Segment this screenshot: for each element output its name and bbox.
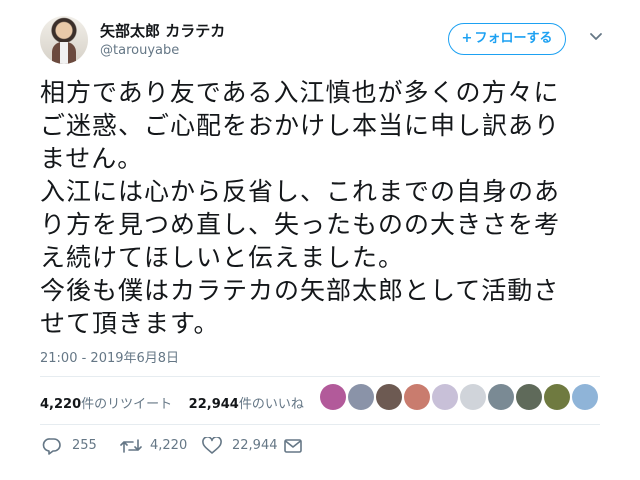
tweet-line: 相方であり友である入江慎也が多くの方々に (40, 78, 560, 107)
tweet-timestamp[interactable]: 21:00 - 2019年6月8日 (40, 347, 179, 366)
liker-avatar[interactable] (544, 384, 570, 410)
liker-avatar[interactable] (460, 384, 486, 410)
likes-stat[interactable]: 22,944件のいいね (189, 397, 304, 412)
reply-count: 255 (72, 438, 97, 453)
avatar[interactable] (40, 16, 88, 64)
liker-avatars (320, 384, 600, 416)
chevron-down-icon[interactable] (586, 26, 606, 46)
liker-avatar[interactable] (404, 384, 430, 410)
retweets-label: 件のリツイート (81, 397, 173, 412)
likes-count: 22,944 (188, 397, 239, 412)
tweet-line: 入江には心から反省し、これまでの自身のあ (40, 177, 561, 206)
retweets-stat[interactable]: 4,220件のリツイート (40, 397, 172, 412)
liker-avatar[interactable] (376, 384, 402, 410)
tweet-line: 今後も僕はカラテカの矢部太郎として活動さ (40, 276, 560, 305)
follow-plus-icon: + (461, 31, 473, 46)
tweet-line: え続けてほしいと伝えました。 (40, 243, 405, 272)
tweet-header: 矢部太郎 カラテカ @tarouyabe + フォローする (40, 16, 612, 66)
reply-icon (42, 438, 61, 455)
display-name[interactable]: 矢部太郎 カラテカ (100, 20, 225, 41)
tweet-line: ご迷惑、ご心配をおかけし本当に申し訳あり (40, 111, 561, 140)
user-handle[interactable]: @tarouyabe (100, 43, 179, 58)
follow-button[interactable]: + フォローする (448, 23, 566, 55)
retweet-button[interactable]: 4,220 (120, 434, 200, 458)
heart-icon (202, 437, 222, 454)
follow-button-label: フォローする (474, 31, 553, 46)
like-button[interactable]: 22,944 (202, 434, 292, 458)
divider (40, 376, 600, 377)
liker-avatar[interactable] (320, 384, 346, 410)
liker-avatar[interactable] (348, 384, 374, 410)
reply-button[interactable]: 255 (42, 434, 112, 458)
divider (40, 424, 600, 425)
like-count: 22,944 (232, 438, 278, 453)
avatar-shirt (60, 42, 68, 64)
tweet-stats: 4,220件のリツイート 22,944件のいいね (40, 393, 304, 412)
direct-message-button[interactable] (283, 434, 305, 458)
tweet-line: ません。 (40, 144, 144, 173)
tweet-line: り方を見つめ直し、失ったものの大きさを考 (40, 210, 561, 239)
envelope-icon (284, 439, 302, 453)
liker-avatar[interactable] (572, 384, 598, 410)
tweet-line: せて頂きます。 (40, 309, 220, 338)
retweet-icon (120, 439, 142, 453)
liker-avatar[interactable] (516, 384, 542, 410)
likes-label: 件のいいね (238, 397, 304, 412)
tweet-text: 相方であり友である入江慎也が多くの方々に ご迷惑、ご心配をおかけし本当に申し訳あ… (40, 76, 620, 340)
retweet-count: 4,220 (150, 438, 188, 453)
liker-avatar[interactable] (488, 384, 514, 410)
liker-avatar[interactable] (432, 384, 458, 410)
retweets-count: 4,220 (40, 397, 82, 412)
